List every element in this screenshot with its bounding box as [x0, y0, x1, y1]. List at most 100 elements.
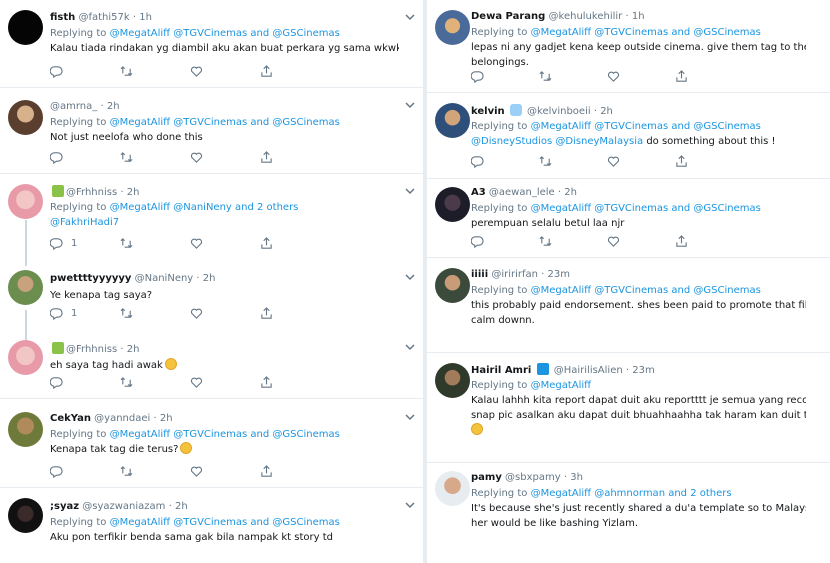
- share-button[interactable]: [260, 150, 273, 164]
- user-handle[interactable]: @HairilisAlien: [554, 365, 623, 376]
- tweet[interactable]: pamy @sbxpamy · 3h Replying to @MegatAli…: [427, 463, 830, 563]
- chevron-down-icon[interactable]: [405, 188, 415, 195]
- tweet[interactable]: pwettttyyyyyy @NaniNeny · 2h Ye kenapa t…: [50, 272, 399, 303]
- avatar[interactable]: [8, 412, 43, 447]
- retweet-button[interactable]: [120, 236, 133, 250]
- timestamp[interactable]: 1h: [632, 11, 645, 22]
- chevron-down-icon[interactable]: [405, 502, 415, 509]
- user-handle[interactable]: @amrna_: [50, 101, 97, 112]
- user-handle[interactable]: @NaniNeny: [135, 273, 194, 284]
- avatar[interactable]: [8, 498, 43, 533]
- reply-button[interactable]: [50, 64, 63, 78]
- reply-targets[interactable]: @MegatAliff @TGVCinemas and @GSCinemas: [110, 117, 340, 128]
- timestamp[interactable]: 2h: [160, 413, 173, 424]
- avatar[interactable]: [8, 10, 43, 45]
- user-handle[interactable]: @kehulukehilir: [549, 11, 623, 22]
- chevron-down-icon[interactable]: [405, 274, 415, 281]
- user-handle[interactable]: @sbxpamy: [505, 472, 561, 483]
- avatar[interactable]: [435, 10, 470, 45]
- reply-button[interactable]: 1: [50, 236, 77, 250]
- retweet-button[interactable]: [539, 154, 552, 168]
- tweet[interactable]: A3 @aewan_lele · 2h Replying to @MegatAl…: [427, 179, 830, 258]
- share-button[interactable]: [675, 69, 688, 83]
- avatar[interactable]: [435, 268, 470, 303]
- user-handle[interactable]: @iririrfan: [491, 269, 538, 280]
- tweet[interactable]: Hairil Amri @HairilisAlien · 23m Replyin…: [427, 353, 830, 463]
- timestamp[interactable]: 2h: [107, 101, 120, 112]
- timestamp[interactable]: 2h: [175, 501, 188, 512]
- like-button[interactable]: [607, 154, 620, 168]
- timestamp[interactable]: 2h: [564, 187, 577, 198]
- user-handle[interactable]: @kelvinboeii: [527, 106, 591, 117]
- share-button[interactable]: [260, 236, 273, 250]
- display-name[interactable]: A3: [471, 187, 486, 198]
- display-name[interactable]: Hairil Amri: [471, 365, 531, 376]
- reply-button[interactable]: [50, 150, 63, 164]
- like-button[interactable]: [190, 375, 203, 389]
- reply-button[interactable]: [50, 375, 63, 389]
- display-name[interactable]: fisth: [50, 12, 75, 23]
- timestamp[interactable]: 1h: [139, 12, 152, 23]
- reply-targets[interactable]: @MegatAliff @TGVCinemas and @GSCinemas: [531, 203, 761, 214]
- user-handle[interactable]: @yanndaei: [94, 413, 150, 424]
- reply-targets[interactable]: @MegatAliff: [531, 380, 591, 391]
- tweet[interactable]: ;syaz @syazwaniazam · 2h Replying to @Me…: [0, 488, 423, 563]
- timestamp[interactable]: 3h: [570, 472, 583, 483]
- reply-button[interactable]: [50, 464, 63, 478]
- like-button[interactable]: [190, 64, 203, 78]
- avatar[interactable]: [8, 340, 43, 375]
- retweet-button[interactable]: [539, 69, 552, 83]
- tweet[interactable]: kelvin @kelvinboeii · 2h Replying to @Me…: [427, 93, 830, 179]
- reply-targets[interactable]: @MegatAliff @TGVCinemas and @GSCinemas: [110, 429, 340, 440]
- reply-targets[interactable]: @MegatAliff @TGVCinemas and @GSCinemas: [531, 27, 761, 38]
- retweet-button[interactable]: [120, 150, 133, 164]
- reply-targets[interactable]: @MegatAliff @TGVCinemas and @GSCinemas: [531, 121, 761, 132]
- reply-targets[interactable]: @MegatAliff @TGVCinemas and @GSCinemas: [110, 28, 340, 39]
- avatar[interactable]: [435, 363, 470, 398]
- tweet[interactable]: @amrna_ · 2h Replying to @MegatAliff @TG…: [0, 88, 423, 174]
- avatar[interactable]: [435, 471, 470, 506]
- tweet[interactable]: fisth @fathi57k · 1h Replying to @MegatA…: [0, 0, 423, 88]
- avatar[interactable]: [8, 100, 43, 135]
- share-button[interactable]: [260, 306, 273, 320]
- timestamp[interactable]: 2h: [203, 273, 216, 284]
- tweet[interactable]: @Frhhniss · 2h eh saya tag hadi awak: [50, 342, 399, 373]
- display-name[interactable]: CekYan: [50, 413, 91, 424]
- share-button[interactable]: [675, 154, 688, 168]
- retweet-button[interactable]: [120, 375, 133, 389]
- tweet[interactable]: iiiii @iririrfan · 23m Replying to @Mega…: [427, 258, 830, 353]
- chevron-down-icon[interactable]: [405, 414, 415, 421]
- tweet[interactable]: CekYan @yanndaei · 2h Replying to @Megat…: [0, 400, 423, 488]
- tweet[interactable]: @Frhhniss · 2h Replying to @MegatAliff @…: [50, 185, 399, 230]
- like-button[interactable]: [190, 236, 203, 250]
- tweet-mentions[interactable]: @DisneyStudios @DisneyMalaysia: [471, 136, 643, 147]
- reply-button[interactable]: [471, 234, 484, 248]
- like-button[interactable]: [190, 150, 203, 164]
- reply-targets[interactable]: @MegatAliff @ahmnorman and 2 others: [531, 488, 732, 499]
- display-name[interactable]: ;syaz: [50, 501, 79, 512]
- avatar[interactable]: [8, 270, 43, 305]
- like-button[interactable]: [607, 234, 620, 248]
- tweet[interactable]: Dewa Parang @kehulukehilir · 1h Replying…: [427, 0, 830, 93]
- timestamp[interactable]: 2h: [127, 187, 140, 198]
- reply-targets[interactable]: @MegatAliff @TGVCinemas and @GSCinemas: [531, 285, 761, 296]
- timestamp[interactable]: 2h: [600, 106, 613, 117]
- share-button[interactable]: [260, 375, 273, 389]
- avatar[interactable]: [435, 103, 470, 138]
- user-handle[interactable]: @Frhhniss: [66, 344, 117, 355]
- reply-targets[interactable]: @MegatAliff @TGVCinemas and @GSCinemas: [110, 517, 340, 528]
- timestamp[interactable]: 23m: [548, 269, 570, 280]
- share-button[interactable]: [675, 234, 688, 248]
- display-name[interactable]: kelvin: [471, 106, 505, 117]
- display-name[interactable]: Dewa Parang: [471, 11, 545, 22]
- share-button[interactable]: [260, 64, 273, 78]
- reply-button[interactable]: [471, 69, 484, 83]
- user-handle[interactable]: @fathi57k: [78, 12, 129, 23]
- display-name[interactable]: iiiii: [471, 269, 488, 280]
- like-button[interactable]: [607, 69, 620, 83]
- user-handle[interactable]: @aewan_lele: [489, 187, 555, 198]
- user-handle[interactable]: @Frhhniss: [66, 187, 117, 198]
- retweet-button[interactable]: [120, 64, 133, 78]
- timestamp[interactable]: 2h: [127, 344, 140, 355]
- like-button[interactable]: [190, 464, 203, 478]
